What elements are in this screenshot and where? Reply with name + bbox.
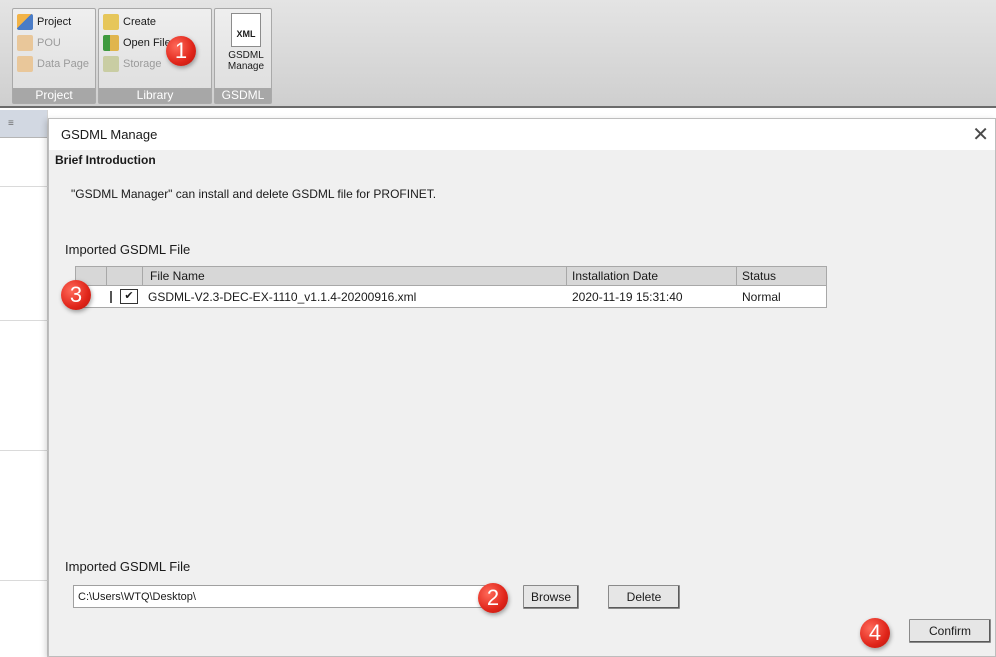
- column-separator: [142, 267, 143, 286]
- gsdml-manage-label-line1: GSDML: [228, 50, 264, 61]
- ribbon-item-project[interactable]: Project: [17, 13, 71, 31]
- cell-file-name: GSDML-V2.3-DEC-EX-1110_v1.1.4-20200916.x…: [148, 290, 417, 304]
- callout-badge-2: 2: [478, 583, 508, 613]
- ribbon-group-project: Project POU Data Page Project: [12, 8, 96, 104]
- callout-badge-1: 1: [166, 36, 196, 66]
- divider: [0, 320, 48, 321]
- dialog-title: GSDML Manage: [61, 127, 158, 142]
- intro-text: "GSDML Manager" can install and delete G…: [71, 187, 437, 201]
- row-handle: [110, 291, 116, 303]
- gsdml-file-table: File Name Installation Date Status ✔ GSD…: [75, 266, 827, 308]
- gsdml-path-input[interactable]: [73, 585, 501, 608]
- storage-icon: [103, 56, 119, 72]
- gsdml-manage-dialog: GSDML Manage ✕ Brief Introduction "GSDML…: [48, 118, 996, 657]
- dialog-titlebar: GSDML Manage ✕: [49, 119, 995, 150]
- ribbon: Project POU Data Page Project Create Ope…: [0, 0, 996, 108]
- column-separator: [566, 267, 567, 286]
- panel-icon: ≡: [8, 118, 14, 129]
- ribbon-item-storage[interactable]: Storage: [103, 55, 162, 73]
- background-panel-header: ≡: [0, 110, 47, 138]
- column-separator: [736, 267, 737, 286]
- section-title: Brief Introduction: [55, 153, 156, 167]
- ribbon-item-open-file[interactable]: Open File: [103, 34, 171, 52]
- open-file-icon: [103, 35, 119, 51]
- project-icon: [17, 14, 33, 30]
- callout-badge-3: 3: [61, 280, 91, 310]
- column-header-status[interactable]: Status: [742, 269, 776, 283]
- gsdml-manage-button[interactable]: XML GSDML Manage: [223, 13, 269, 87]
- ribbon-group-label-project: Project: [13, 88, 95, 103]
- divider: [0, 450, 48, 451]
- confirm-button[interactable]: Confirm: [909, 619, 991, 643]
- callout-badge-4: 4: [860, 618, 890, 648]
- delete-button[interactable]: Delete: [608, 585, 680, 609]
- data-page-icon: [17, 56, 33, 72]
- ribbon-group-gsdml: XML GSDML Manage GSDML: [214, 8, 272, 104]
- cell-installation-date: 2020-11-19 15:31:40: [572, 290, 683, 304]
- column-header-file-name[interactable]: File Name: [150, 269, 205, 283]
- column-header-installation-date[interactable]: Installation Date: [572, 269, 658, 283]
- checkmark-icon: ✔: [124, 290, 134, 302]
- ribbon-item-pou[interactable]: POU: [17, 34, 61, 52]
- background-panel: ≡: [0, 110, 48, 657]
- ribbon-group-label-gsdml: GSDML: [215, 88, 271, 103]
- gsdml-manage-label-line2: Manage: [227, 61, 265, 72]
- cell-status: Normal: [742, 290, 781, 304]
- ribbon-item-create[interactable]: Create: [103, 13, 156, 31]
- create-icon: [103, 14, 119, 30]
- table-header: File Name Installation Date Status: [76, 267, 826, 286]
- import-path-label: Imported GSDML File: [65, 559, 191, 574]
- row-checkbox[interactable]: ✔: [120, 289, 138, 304]
- imported-files-label: Imported GSDML File: [65, 242, 191, 257]
- column-separator: [106, 267, 107, 286]
- divider: [0, 186, 48, 187]
- xml-file-icon: XML: [231, 13, 261, 47]
- ribbon-group-label-library: Library: [99, 88, 211, 103]
- pou-icon: [17, 35, 33, 51]
- divider: [0, 580, 48, 581]
- close-icon[interactable]: ✕: [972, 122, 989, 147]
- ribbon-item-data-page[interactable]: Data Page: [17, 55, 89, 73]
- table-row[interactable]: ✔ GSDML-V2.3-DEC-EX-1110_v1.1.4-20200916…: [76, 287, 826, 306]
- browse-button[interactable]: Browse: [523, 585, 579, 609]
